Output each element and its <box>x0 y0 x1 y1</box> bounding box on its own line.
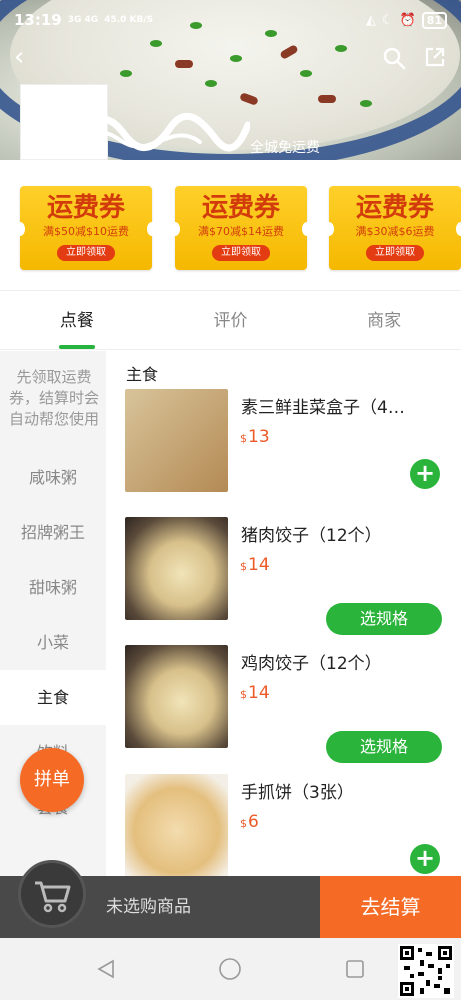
cart-empty-text: 未选购商品 <box>106 897 191 917</box>
checkout-button[interactable]: 去结算 <box>320 876 461 938</box>
notification-icon: ◭ <box>365 12 376 28</box>
claim-coupon-button[interactable]: 立即领取 <box>212 245 270 261</box>
moon-icon: ☾ <box>381 12 394 28</box>
group-order-button[interactable]: 拼单 <box>20 748 84 812</box>
currency-symbol: $ <box>240 817 247 830</box>
product-price: $13 <box>240 427 270 447</box>
tab-merchant[interactable]: 商家 <box>307 291 461 349</box>
product-image <box>125 645 228 748</box>
sidebar-item-sweet-porridge[interactable]: 甜味粥 <box>0 560 106 615</box>
coupon-title: 运费券 <box>201 193 280 223</box>
product-item[interactable]: 鸡肉饺子（12个） $14 选规格 <box>106 645 461 773</box>
coupon-hint: 先领取运费券，结算时会自动帮您使用 <box>8 368 99 428</box>
sidebar-item-savory-porridge[interactable]: 咸味粥 <box>0 450 106 505</box>
price-value: 14 <box>248 683 270 703</box>
net-speed: 45.0 KB/S <box>104 15 154 25</box>
recents-nav-icon[interactable] <box>345 959 365 979</box>
coupon-strip: 运费券 满$50减$10运费 立即领取 运费券 满$70减$14运费 立即领取 … <box>0 160 461 290</box>
coupon-desc: 满$30减$6运费 <box>355 225 435 238</box>
store-notice: 全城免运费 <box>250 140 320 156</box>
product-price: $14 <box>240 683 270 703</box>
back-nav-icon[interactable] <box>95 958 117 980</box>
product-image <box>125 389 228 492</box>
sidebar-item-staples[interactable]: 主食 <box>0 670 106 725</box>
price-value: 13 <box>248 427 270 447</box>
claim-coupon-button[interactable]: 立即领取 <box>57 245 115 261</box>
coupon-card[interactable]: 运费券 满$30减$6运费 立即领取 <box>324 186 461 270</box>
product-image <box>125 774 228 877</box>
tab-reviews[interactable]: 评价 <box>154 291 308 349</box>
share-icon[interactable] <box>424 46 446 68</box>
sidebar-item-side-dishes[interactable]: 小菜 <box>0 615 106 670</box>
cart-icon <box>35 881 71 913</box>
price-value: 6 <box>248 812 259 832</box>
price-value: 14 <box>248 555 270 575</box>
battery-indicator: 81 <box>421 11 447 29</box>
home-nav-icon[interactable] <box>218 957 242 981</box>
product-name: 素三鲜韭菜盒子（4… <box>241 398 405 418</box>
section-title: 主食 <box>126 365 159 384</box>
system-nav-bar <box>0 938 461 1000</box>
product-price: $14 <box>240 555 270 575</box>
currency-symbol: $ <box>240 688 247 701</box>
qr-code <box>398 944 454 998</box>
add-to-cart-button[interactable]: + <box>410 459 440 489</box>
status-bar: 13:19 3G 4G 45.0 KB/S ◭ ☾ ⏰ 81 <box>0 0 461 40</box>
coupon-desc: 满$70减$14运费 <box>198 225 284 238</box>
tab-order[interactable]: 点餐 <box>0 291 154 349</box>
alarm-icon: ⏰ <box>399 12 416 28</box>
add-to-cart-button[interactable]: + <box>410 844 440 874</box>
product-name: 手抓饼（3张） <box>241 783 354 803</box>
status-time: 13:19 <box>14 11 62 29</box>
signal-indicator: 3G 4G <box>67 15 99 25</box>
sidebar-item-signature-porridge[interactable]: 招牌粥王 <box>0 505 106 560</box>
coupon-desc: 满$50减$10运费 <box>43 225 129 238</box>
search-icon[interactable] <box>382 46 406 70</box>
cart-bar: 未选购商品 去结算 <box>0 860 461 938</box>
cart-button[interactable] <box>18 860 86 928</box>
claim-coupon-button[interactable]: 立即领取 <box>366 245 424 261</box>
product-image <box>125 517 228 620</box>
product-item[interactable]: 猪肉饺子（12个） $14 选规格 <box>106 517 461 645</box>
select-spec-button[interactable]: 选规格 <box>326 731 442 763</box>
coupon-card[interactable]: 运费券 满$50减$10运费 立即领取 <box>15 186 157 270</box>
back-icon[interactable]: ‹ <box>14 44 38 72</box>
product-item[interactable]: 素三鲜韭菜盒子（4… $13 + <box>106 389 461 517</box>
product-name: 猪肉饺子（12个） <box>241 526 382 546</box>
tab-bar: 点餐 评价 商家 <box>0 290 461 350</box>
redacted-store-name <box>30 112 250 152</box>
select-spec-button[interactable]: 选规格 <box>326 603 442 635</box>
currency-symbol: $ <box>240 560 247 573</box>
coupon-title: 运费券 <box>46 193 125 223</box>
product-price: $6 <box>240 812 259 832</box>
coupon-card[interactable]: 运费券 满$70减$14运费 立即领取 <box>170 186 312 270</box>
currency-symbol: $ <box>240 432 247 445</box>
product-name: 鸡肉饺子（12个） <box>241 654 382 674</box>
coupon-title: 运费券 <box>355 193 434 223</box>
